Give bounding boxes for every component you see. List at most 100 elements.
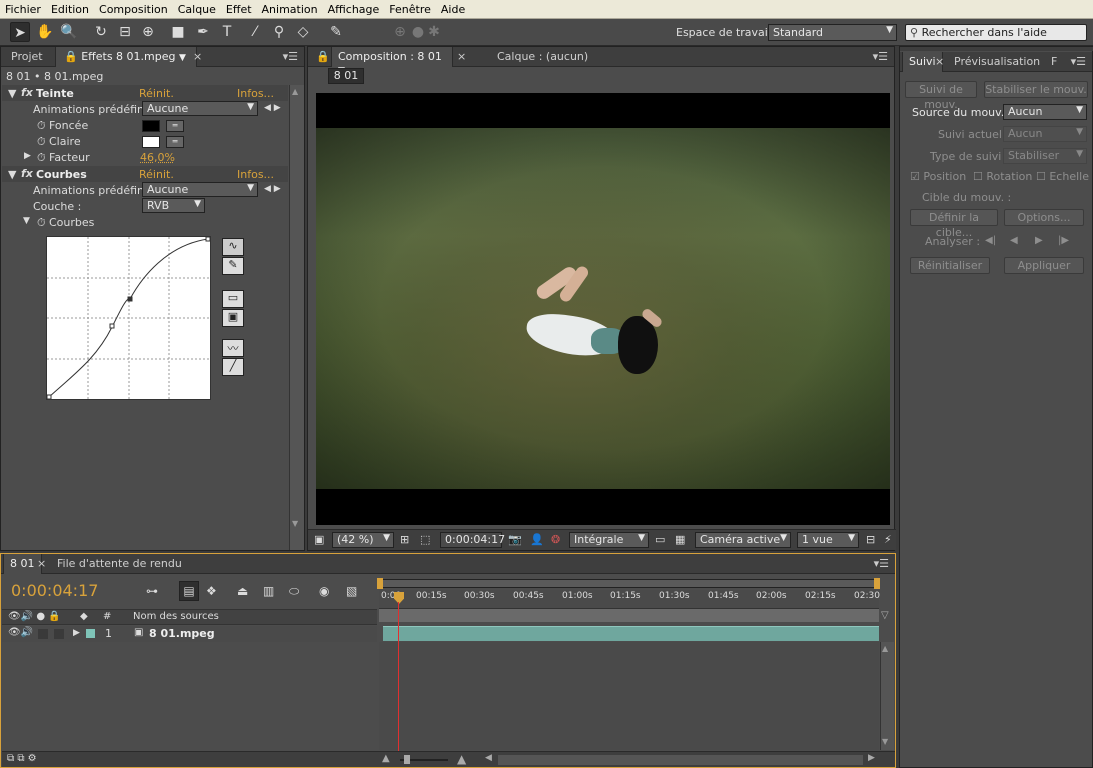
camera-snapshot-icon[interactable]: 📷 [508,533,522,546]
text-tool-icon[interactable]: T [217,22,237,42]
mask-toggle-icon[interactable]: ⬚ [420,533,430,546]
tint-info-link[interactable]: Infos... [237,87,274,100]
close-icon[interactable]: × [451,47,472,67]
camera-dropdown[interactable]: Caméra active ▼ [695,532,791,548]
disclosure-down-icon[interactable]: ▼ [23,216,30,226]
scroll-up-icon[interactable]: ▲ [882,644,888,653]
comp-button-icon[interactable]: ▽ [881,610,889,621]
col-source-header[interactable]: Nom des sources [133,611,219,622]
always-preview-icon[interactable]: ▣ [314,533,324,546]
eraser-tool-icon[interactable]: ◇ [293,22,313,42]
tab-effects[interactable]: 🔒 Effets 8 01.mpeg ▼ [55,47,197,67]
zoom-in-mountain-icon[interactable]: ▲ [457,752,466,766]
close-icon[interactable]: × [187,47,208,67]
menu-fichier[interactable]: Fichier [0,0,46,16]
disclosure-right-icon[interactable]: ▶ [73,628,80,638]
clone-stamp-tool-icon[interactable]: ⚲ [269,22,289,42]
region-of-interest-icon[interactable]: ▭ [655,533,665,546]
draft-3d-icon[interactable]: ❖ [206,584,217,598]
menu-composition[interactable]: Composition [94,0,173,16]
reset-linear-icon[interactable]: ╱ [222,358,244,376]
stopwatch-icon[interactable]: ⏱ [37,216,46,230]
scroll-right-icon[interactable]: ▶ [868,753,875,763]
stopwatch-icon[interactable]: ⏱ [37,151,46,165]
tint-reset-link[interactable]: Réinit. [139,87,174,100]
fx-icon[interactable]: fx [21,167,33,180]
scroll-left-icon[interactable]: ◀ [485,753,492,763]
menu-aide[interactable]: Aide [436,0,470,16]
scroll-up-icon[interactable]: ▲ [292,87,298,96]
eyedropper-icon[interactable]: ═ [166,136,184,148]
tab-render-queue[interactable]: File d'attente de rendu [51,554,188,574]
stopwatch-icon[interactable]: ⏱ [37,135,46,149]
layer-name[interactable]: 8 01.mpeg [149,627,215,640]
menu-calque[interactable]: Calque [173,0,221,16]
resolution-dropdown[interactable]: Intégrale ▼ [569,532,649,548]
scroll-down-icon[interactable]: ▼ [882,737,888,746]
eyedropper-icon[interactable]: ═ [166,120,184,132]
curves-info-link[interactable]: Infos... [237,168,274,181]
toggle-switches-icon[interactable]: ⧉ ⧉ ⚙ [7,753,37,764]
comp-mini-flowchart-icon[interactable]: ⊶ [146,584,158,598]
tint-dark-swatch[interactable] [142,120,160,132]
time-ruler[interactable]: 0:00 00:15s 00:30s 00:45s 01:00s 01:15s … [379,590,880,622]
solo-switch[interactable] [38,629,48,639]
show-snapshot-icon[interactable]: 👤 [530,533,544,546]
open-folder-icon[interactable]: ▭ [222,290,244,308]
timeline-horizontal-scrollbar[interactable] [498,755,863,765]
timeline-vertical-scrollbar[interactable] [880,642,894,750]
graph-editor-icon[interactable]: ▧ [346,584,357,598]
label-tag-icon[interactable]: ◆ [80,611,88,622]
pen-tool-icon[interactable]: ✒ [193,22,213,42]
motion-blur-icon[interactable]: ⬭ [289,584,299,599]
smooth-curve-icon[interactable]: 〰 [222,339,244,357]
track-motion-button[interactable]: Suivi de mouv. [905,81,977,111]
menu-affichage[interactable]: Affichage [323,0,385,16]
av-features-icon[interactable]: 👁🔊 ● 🔒 [8,611,61,622]
tab-layer[interactable]: Calque : (aucun) [491,47,594,67]
brainstorm-icon[interactable]: ◉ [319,584,329,598]
save-disk-icon[interactable]: ▣ [222,309,244,327]
panel-menu-icon[interactable]: ▾☰ [873,50,888,63]
shy-layers-icon[interactable]: ⏏ [237,584,248,598]
table-row[interactable]: 👁🔊 ▶ 1 ▣ 8 01.mpeg [2,626,377,642]
puppet-tool-icon[interactable]: ✎ [326,22,346,42]
comp-name-button[interactable]: 8 01 [328,68,364,84]
grid-toggle-icon[interactable]: ⊞ [400,533,409,546]
effects-scrollbar[interactable] [289,85,304,550]
fx-icon[interactable]: fx [21,86,33,99]
curves-reset-link[interactable]: Réinit. [139,168,174,181]
tab-composition[interactable]: Composition : 8 01 ▼ [331,47,453,76]
lock-switch[interactable] [54,629,64,639]
camera-tool-icon[interactable]: ⊟ [115,22,135,42]
timeline-timecode[interactable]: 0:00:04:17 [11,581,98,600]
brush-tool-icon[interactable]: ⁄ [245,22,265,42]
disclosure-right-icon[interactable]: ▶ [24,151,31,161]
layer-duration-bar[interactable] [383,626,879,641]
disclosure-down-icon[interactable]: ▼ [8,87,16,100]
panel-menu-icon[interactable]: ▾☰ [283,50,298,63]
live-update-icon[interactable]: ▤ [179,581,199,601]
tab-project[interactable]: Projet [5,47,49,67]
channel-rgb-icon[interactable]: ❂ [551,533,560,546]
current-time-display[interactable]: 0:00:04:17 [440,532,505,548]
close-icon[interactable]: × [933,52,946,72]
zoom-tool-icon[interactable]: 🔍 [59,22,79,42]
disclosure-down-icon[interactable]: ▼ [8,168,16,181]
menu-edition[interactable]: Edition [46,0,94,16]
rotate-tool-icon[interactable]: ↻ [91,22,111,42]
hand-tool-icon[interactable]: ✋ [35,22,55,42]
scroll-down-icon[interactable]: ▼ [292,519,298,528]
zoom-slider-thumb[interactable] [404,755,410,764]
tint-factor-value[interactable]: 46,0% [140,151,175,164]
tint-presets-dropdown[interactable]: Aucune ▼ [142,101,258,116]
work-area-start-handle[interactable] [377,578,383,589]
motion-source-dropdown[interactable]: Aucun ▼ [1003,104,1087,120]
zoom-out-mountain-icon[interactable]: ▲ [382,753,390,764]
menu-fenetre[interactable]: Fenêtre [384,0,436,16]
layer-label-color[interactable] [86,629,95,638]
tint-light-swatch[interactable] [142,136,160,148]
frame-blending-icon[interactable]: ▥ [263,584,274,598]
pencil-tool-icon[interactable]: ✎ [222,257,244,275]
work-area-bar[interactable] [377,578,880,589]
